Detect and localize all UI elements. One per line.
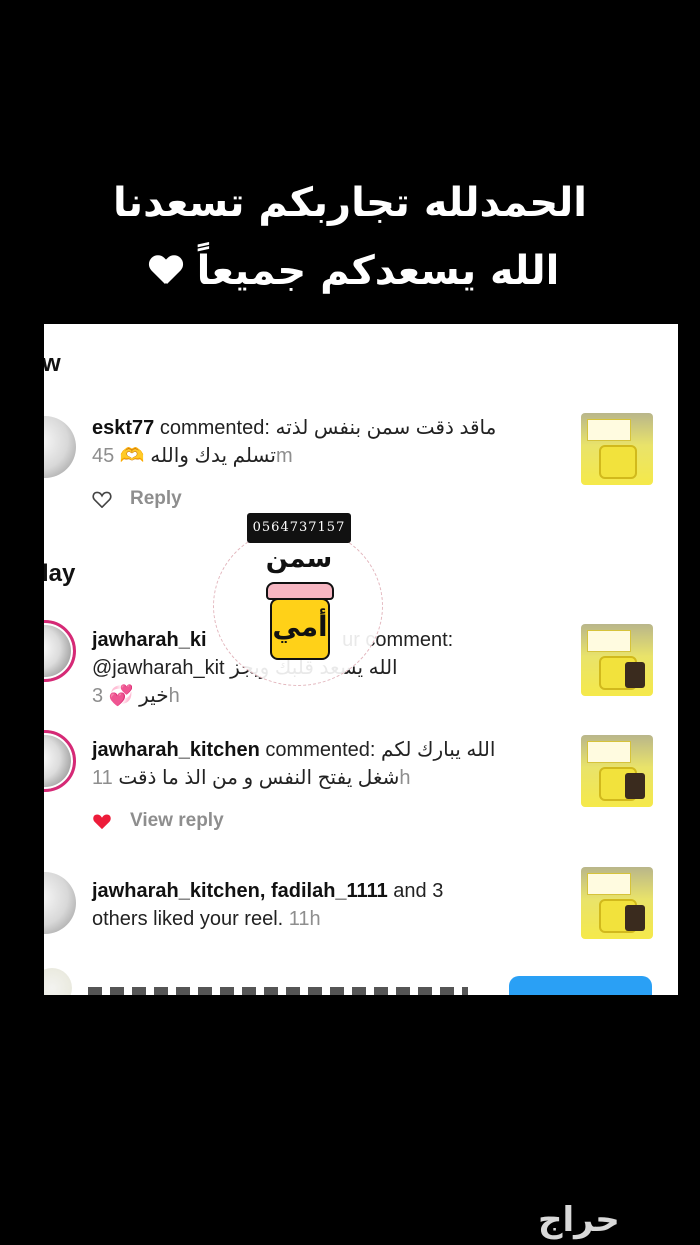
reply-button[interactable]: Reply [130,488,182,510]
thumbnail-label [587,873,631,895]
others-count: and 3 [387,880,444,902]
caption-line-2: الله يسعدكم جميعاً [0,248,700,294]
reel-thumbnail[interactable] [581,735,653,807]
comment-text: شغل يفتح النفس و من الذ ما ذقت [118,767,400,789]
reel-thumbnail[interactable] [581,413,653,485]
comment-text: ماقد ذقت سمن بنفس لذته [275,417,497,439]
notification-text: jawharah_kitchen commented: الله يبارك ل… [92,736,572,792]
usernames[interactable]: jawharah_kitchen, fadilah_1111 [92,880,388,902]
thumbnail-label [587,741,631,763]
caption-line-1: الحمدلله تجاربكم تسعدنا [113,180,587,226]
caption-line-2-text: الله يسعدكم جميعاً [196,248,560,294]
avatar[interactable] [44,620,76,682]
liked-text: others liked your reel. [92,908,284,930]
reel-thumbnail[interactable] [581,624,653,696]
notification-text: jawharah_kitchen, fadilah_1111 and 3 oth… [92,877,572,933]
comment-text: تسلم يدك والله 🫶 [119,445,276,467]
reply-row: Reply [92,488,182,510]
action-text: commented: [159,417,270,439]
brand-logo: 0564737157 سمن أمي [213,510,385,688]
heart-filled-icon[interactable] [92,812,112,830]
reel-thumbnail[interactable] [581,867,653,939]
timestamp: 11h [288,908,321,930]
thumbnail-label [587,419,631,441]
dark-jar-image [625,905,645,931]
reply-row: View reply [92,810,224,832]
heart-outline-icon[interactable] [92,490,112,508]
jar-icon: أمي [266,582,334,664]
jar-label: أمي [272,610,328,643]
dark-jar-image [625,662,645,688]
avatar[interactable] [44,416,76,478]
username[interactable]: eskt77 [92,417,154,439]
dark-jar-image [625,773,645,799]
avatar[interactable] [44,730,76,792]
avatar[interactable] [44,872,76,934]
phone-number: 0564737157 [247,513,351,543]
username[interactable]: jawharah_kitchen [92,739,260,761]
view-reply-button[interactable]: View reply [130,810,224,832]
username[interactable]: jawharah_ki [92,629,207,651]
section-header-partial: w [44,350,61,377]
follow-button[interactable] [509,976,652,995]
logo-word: سمن [265,544,333,574]
thumbnail-label [587,630,631,652]
jar-image [599,445,637,479]
section-header-today: lay [44,560,76,587]
notifications-screenshot: w eskt77 commented: ماقد ذقت سمن بنفس لذ… [44,324,678,995]
white-heart-icon [149,254,183,288]
cut-off-text [88,979,488,995]
avatar[interactable] [44,968,72,995]
haraj-watermark: حراج [538,1200,620,1240]
notification-text: eskt77 commented: ماقد ذقت سمن بنفس لذته… [92,414,572,470]
mention[interactable]: @jawharah_kit [92,657,225,679]
action-text: commented: [265,739,376,761]
comment-text: الله يبارك لكم [381,739,496,761]
comment-text: خير 💞 [108,685,169,707]
